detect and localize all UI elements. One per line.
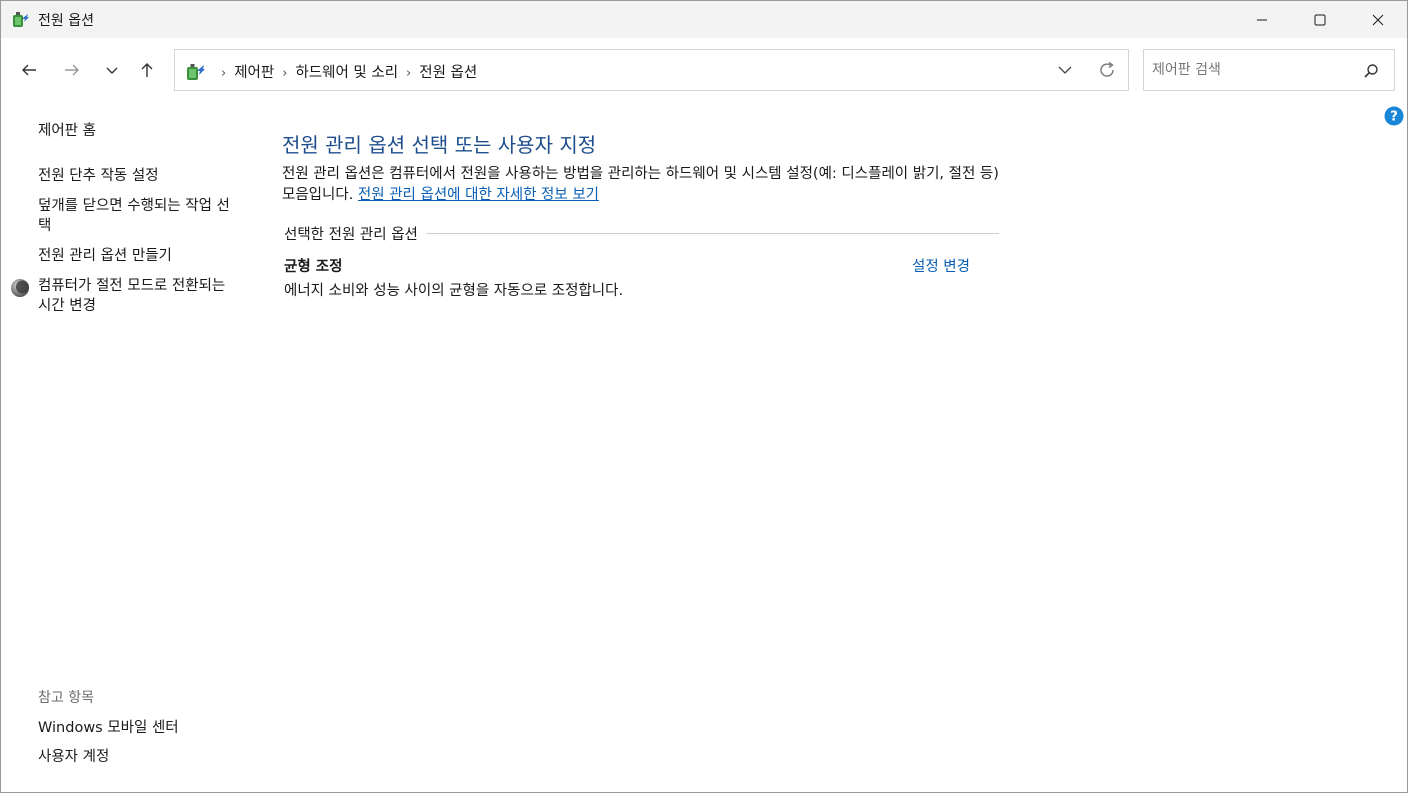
back-arrow-icon (22, 64, 36, 76)
window-title: 전원 옵션 (38, 13, 94, 29)
sidebar-item-create-power-plan[interactable]: 전원 관리 옵션 만들기 (38, 246, 172, 266)
change-plan-settings-link[interactable]: 설정 변경 (912, 255, 970, 276)
up-arrow-icon (141, 63, 153, 77)
help-icon[interactable]: ? (1384, 106, 1404, 126)
maximize-icon (1314, 14, 1326, 25)
address-bar[interactable]: › 제어판 › 하드웨어 및 소리 › 전원 옵션 (174, 49, 1129, 91)
minimize-button[interactable] (1233, 1, 1291, 38)
title-bar: 전원 옵션 (1, 1, 1407, 38)
sidebar-item-lid-close-action[interactable]: 덮개를 닫으면 수행되는 작업 선택 (38, 196, 243, 236)
sidebar-item-power-button-settings[interactable]: 전원 단추 작동 설정 (38, 166, 159, 186)
plan-name: 균형 조정 (284, 259, 343, 275)
selected-plan-section: 선택한 전원 관리 옵션 (284, 223, 999, 243)
forward-arrow-icon (65, 64, 79, 76)
breadcrumb-separator[interactable]: › (282, 66, 287, 81)
close-icon (1372, 14, 1384, 25)
svg-text:?: ? (1390, 110, 1398, 125)
up-button[interactable] (130, 53, 164, 87)
breadcrumb-hardware-sound[interactable]: 하드웨어 및 소리 (295, 65, 398, 81)
breadcrumb-power-options[interactable]: 전원 옵션 (419, 65, 477, 81)
section-divider (425, 232, 999, 234)
power-options-icon (13, 12, 29, 27)
sidebar-item-control-panel-home[interactable]: 제어판 홈 (38, 121, 96, 141)
search-box[interactable] (1143, 49, 1395, 91)
plan-description: 에너지 소비와 성능 사이의 균형을 자동으로 조정합니다. (284, 283, 624, 299)
breadcrumb: › 제어판 › 하드웨어 및 소리 › 전원 옵션 (213, 61, 477, 82)
section-heading: 선택한 전원 관리 옵션 (284, 226, 418, 243)
sidebar-item-sleep-time[interactable]: 컴퓨터가 절전 모드로 전환되는 시간 변경 (38, 276, 243, 316)
page-description: 전원 관리 옵션은 컴퓨터에서 전원을 사용하는 방법을 관리하는 하드웨어 및… (282, 164, 1002, 206)
page-title: 전원 관리 옵션 선택 또는 사용자 지정 (282, 133, 597, 157)
minimize-icon (1257, 19, 1267, 20)
maximize-button[interactable] (1291, 1, 1349, 38)
more-info-link[interactable]: 전원 관리 옵션에 대한 자세한 정보 보기 (358, 187, 599, 203)
recent-locations-button[interactable] (95, 53, 129, 87)
control-panel-icon (187, 64, 205, 80)
search-input[interactable] (1152, 58, 1352, 82)
sidebar-item-user-accounts[interactable]: 사용자 계정 (38, 747, 109, 767)
refresh-icon[interactable] (1097, 60, 1117, 80)
see-also-heading: 참고 항목 (38, 690, 94, 706)
breadcrumb-control-panel[interactable]: 제어판 (234, 65, 274, 81)
sidebar-item-windows-mobility-center[interactable]: Windows 모바일 센터 (38, 718, 179, 738)
forward-button[interactable] (55, 53, 89, 87)
search-icon[interactable] (1362, 62, 1380, 80)
breadcrumb-separator[interactable]: › (406, 66, 411, 81)
recent-locations-icon (106, 67, 118, 74)
control-panel-window: 전원 옵션 › 제어판 › 하드웨어 및 소리 › 전원 옵션 제어판 검색 ?… (0, 0, 1408, 793)
sleep-moon-icon (11, 279, 29, 297)
back-button[interactable] (12, 53, 46, 87)
breadcrumb-separator: › (221, 66, 227, 81)
chevron-down-icon[interactable] (1055, 60, 1075, 80)
close-button[interactable] (1349, 1, 1407, 38)
